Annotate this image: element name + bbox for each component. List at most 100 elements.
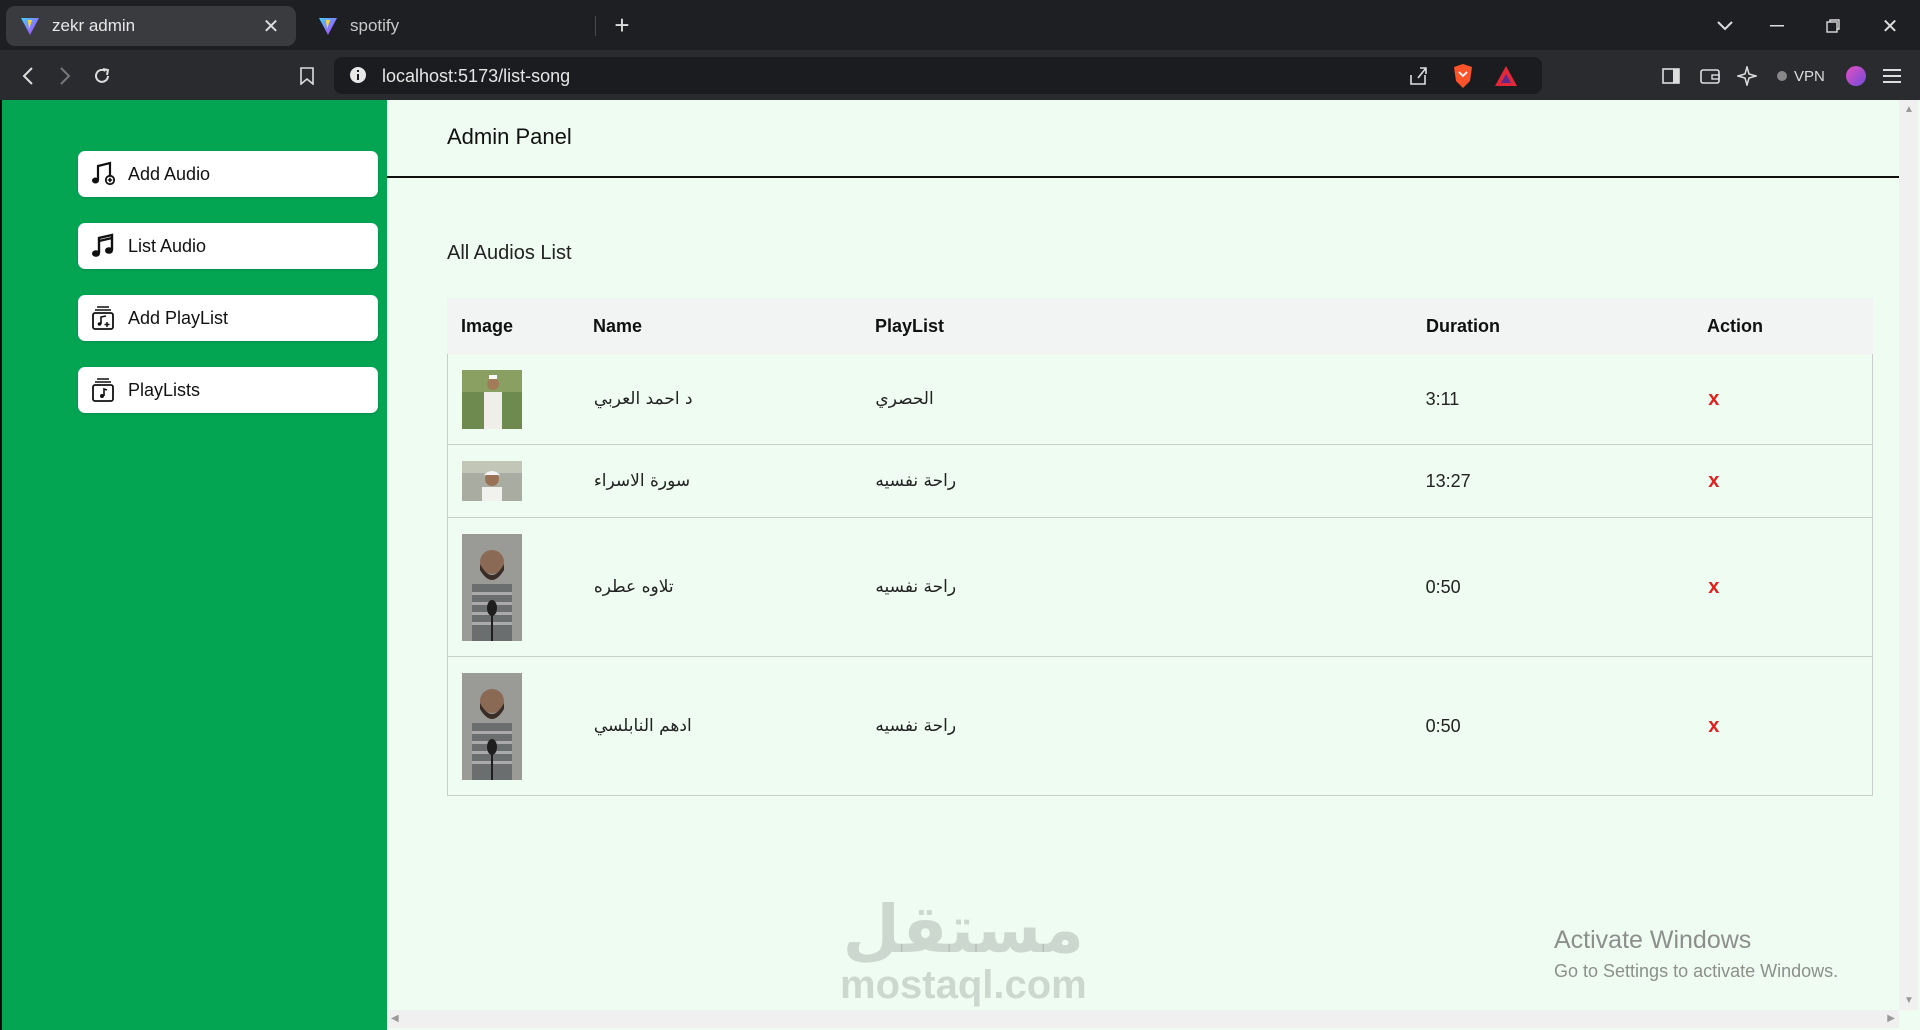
column-header-image: Image <box>461 315 514 336</box>
sidebar: Add Audio List Audio Add PlayList PlayLi… <box>0 100 387 1030</box>
table-row: د احمد العربي الحصري 3:11 x <box>447 354 1873 445</box>
sidebar-item-add-audio[interactable]: Add Audio <box>78 151 378 197</box>
audio-name: سورة الاسراء <box>593 471 691 491</box>
sidebar-item-label: PlayLists <box>128 379 201 400</box>
column-header-playlist: PlayList <box>875 315 945 336</box>
tab-spotify[interactable]: spotify <box>304 6 596 46</box>
sidebar-item-list-audio[interactable]: List Audio <box>78 223 378 269</box>
scroll-left-icon[interactable]: ◀ <box>391 1013 399 1024</box>
scroll-down-icon[interactable]: ▼ <box>1904 995 1914 1006</box>
sidebar-item-label: Add PlayList <box>128 307 229 328</box>
browser-toolbar: localhost:5173/list-song VPN <box>0 50 1920 100</box>
restore-icon[interactable] <box>1819 12 1847 40</box>
brave-rewards-icon[interactable] <box>1494 65 1518 87</box>
delete-button[interactable]: x <box>1706 470 1719 492</box>
column-header-action: Action <box>1707 315 1763 336</box>
close-window-icon[interactable]: ✕ <box>1876 12 1904 40</box>
thumbnail-cell <box>448 672 594 780</box>
sidebar-item-label: Add Audio <box>128 163 211 184</box>
audio-playlist: الحصري <box>875 389 934 409</box>
tab-zekr-admin[interactable]: zekr admin ✕ <box>6 6 296 46</box>
audio-thumbnail <box>462 369 522 429</box>
tab-title: zekr admin <box>52 16 136 35</box>
activate-subtitle: Go to Settings to activate Windows. <box>1554 961 1839 981</box>
reload-icon[interactable] <box>87 61 117 91</box>
section-title: All Audios List <box>447 242 572 264</box>
mostaql-watermark: مستقل mostaql.com <box>840 891 1087 1007</box>
thumbnail-cell <box>448 533 594 641</box>
share-icon[interactable] <box>1408 65 1430 87</box>
horizontal-scrollbar[interactable]: ◀ ▶ <box>387 1010 1899 1028</box>
audio-playlist: راحة نفسيه <box>875 716 957 736</box>
profile-avatar-icon[interactable] <box>1841 61 1871 91</box>
back-icon[interactable] <box>13 61 43 91</box>
delete-button[interactable]: x <box>1706 388 1719 410</box>
playlist-add-icon <box>92 306 114 330</box>
url-text: localhost:5173/list-song <box>382 66 571 86</box>
audio-playlist: راحة نفسيه <box>875 577 957 597</box>
vpn-label: VPN <box>1794 67 1825 85</box>
delete-button[interactable]: x <box>1706 576 1719 598</box>
action-cell: x <box>1706 576 1872 599</box>
leo-ai-icon[interactable] <box>1732 61 1762 91</box>
tab-title: spotify <box>350 16 400 35</box>
audio-duration: 3:11 <box>1425 388 1460 409</box>
audio-duration: 13:27 <box>1425 470 1471 491</box>
page-header: Admin Panel <box>387 100 1899 178</box>
audio-duration: 0:50 <box>1425 576 1461 597</box>
close-tab-icon[interactable]: ✕ <box>260 15 282 38</box>
activate-title: Activate Windows <box>1554 926 1752 954</box>
audio-duration: 0:50 <box>1425 715 1461 736</box>
thumbnail-cell <box>448 461 594 501</box>
action-cell: x <box>1706 715 1872 738</box>
vpn-status-icon <box>1777 71 1787 81</box>
activate-windows-notice: Activate Windows Go to Settings to activ… <box>1554 926 1838 982</box>
sidebar-item-label: List Audio <box>128 235 207 256</box>
action-cell: x <box>1706 388 1872 411</box>
watermark-arabic: مستقل <box>842 891 1085 968</box>
sidebar-item-playlists[interactable]: PlayLists <box>78 367 378 413</box>
vpn-button[interactable]: VPN <box>1768 63 1833 89</box>
column-header-name: Name <box>593 315 643 336</box>
action-cell: x <box>1706 470 1872 493</box>
page-title: Admin Panel <box>447 124 572 149</box>
sidebar-toggle-icon[interactable] <box>1656 61 1686 91</box>
main-content: Admin Panel All Audios List Image Name P… <box>387 100 1899 1010</box>
audio-thumbnail <box>462 533 522 641</box>
table-row: ادهم النابلسي راحة نفسيه 0:50 x <box>447 657 1873 796</box>
browser-tab-bar: zekr admin ✕ spotify + ✕ <box>0 0 1920 50</box>
table-row: سورة الاسراء راحة نفسيه 13:27 x <box>447 445 1873 518</box>
sidebar-item-add-playlist[interactable]: Add PlayList <box>78 295 378 341</box>
scroll-right-icon[interactable]: ▶ <box>1887 1013 1895 1024</box>
audio-name: تلاوه عطره <box>593 577 674 597</box>
column-header-duration: Duration <box>1426 315 1500 336</box>
table-row: تلاوه عطره راحة نفسيه 0:50 x <box>447 518 1873 657</box>
delete-button[interactable]: x <box>1706 715 1719 737</box>
menu-icon[interactable] <box>1877 61 1907 91</box>
audio-playlist: راحة نفسيه <box>875 471 957 491</box>
forward-icon[interactable] <box>50 61 80 91</box>
audio-name: د احمد العربي <box>593 389 693 409</box>
music-add-icon <box>92 161 116 186</box>
bookmark-icon[interactable] <box>292 61 322 91</box>
address-bar[interactable]: localhost:5173/list-song <box>334 57 1542 94</box>
audio-name: ادهم النابلسي <box>593 716 692 736</box>
audio-thumbnail <box>462 672 522 780</box>
wallet-icon[interactable] <box>1695 61 1725 91</box>
music-note-icon <box>92 233 114 257</box>
vite-favicon-icon <box>21 18 39 35</box>
site-info-icon[interactable] <box>348 65 368 85</box>
vite-favicon-icon <box>319 18 337 35</box>
minimize-icon[interactable] <box>1763 12 1791 40</box>
playlist-icon <box>92 378 114 402</box>
new-tab-button[interactable]: + <box>608 12 636 40</box>
brave-shield-icon[interactable] <box>1452 63 1474 89</box>
scroll-up-icon[interactable]: ▲ <box>1904 104 1914 115</box>
tab-search-chevron-icon[interactable] <box>1711 12 1739 40</box>
audio-table: Image Name PlayList Duration Action د اح… <box>447 298 1873 796</box>
vertical-scrollbar[interactable]: ▲ ▼ <box>1899 100 1918 1010</box>
table-header: Image Name PlayList Duration Action <box>447 298 1873 354</box>
thumbnail-cell <box>448 369 594 429</box>
watermark-domain: mostaql.com <box>840 963 1087 1007</box>
audio-thumbnail <box>462 461 522 501</box>
